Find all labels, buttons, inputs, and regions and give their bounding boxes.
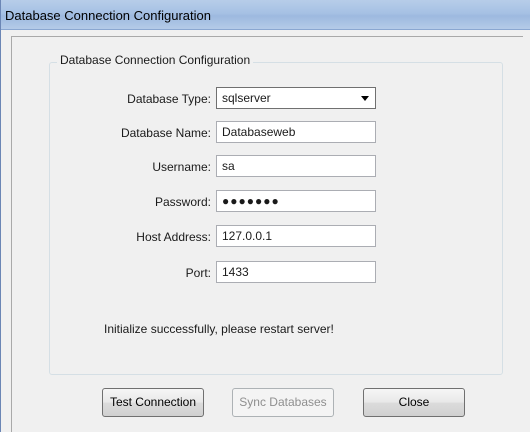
username-label: Username: [152,160,211,174]
password-label: Password: [154,195,211,209]
port-field[interactable]: 1433 [216,261,376,283]
password-field[interactable]: ●●●●●●● [216,190,376,212]
test-connection-button[interactable]: Test Connection [102,388,204,417]
title-bar[interactable]: Database Connection Configuration [1,0,530,30]
groupbox-title: Database Connection Configuration [57,53,254,67]
chevron-down-icon[interactable] [361,96,369,101]
dialog-window: Database Connection Configuration Databa… [0,0,530,432]
database-type-value: sqlserver [222,91,271,105]
host-address-value: 127.0.0.1 [222,229,273,243]
username-value: sa [222,159,235,173]
database-type-select[interactable]: sqlserver [216,87,376,109]
username-field[interactable]: sa [216,155,376,177]
port-label: Port: [185,266,211,280]
window-title: Database Connection Configuration [5,8,211,23]
database-name-label: Database Name: [120,126,211,140]
password-value: ●●●●●●● [222,194,280,208]
host-address-field[interactable]: 127.0.0.1 [216,225,376,247]
sync-databases-button[interactable]: Sync Databases [232,388,334,417]
host-address-label: Host Address: [136,230,211,244]
database-name-field[interactable]: Databaseweb [216,121,376,143]
close-button[interactable]: Close [363,388,465,417]
database-type-label: Database Type: [127,92,211,106]
database-name-value: Databaseweb [222,125,296,139]
status-message: Initialize successfully, please restart … [104,322,334,336]
port-value: 1433 [222,265,249,279]
